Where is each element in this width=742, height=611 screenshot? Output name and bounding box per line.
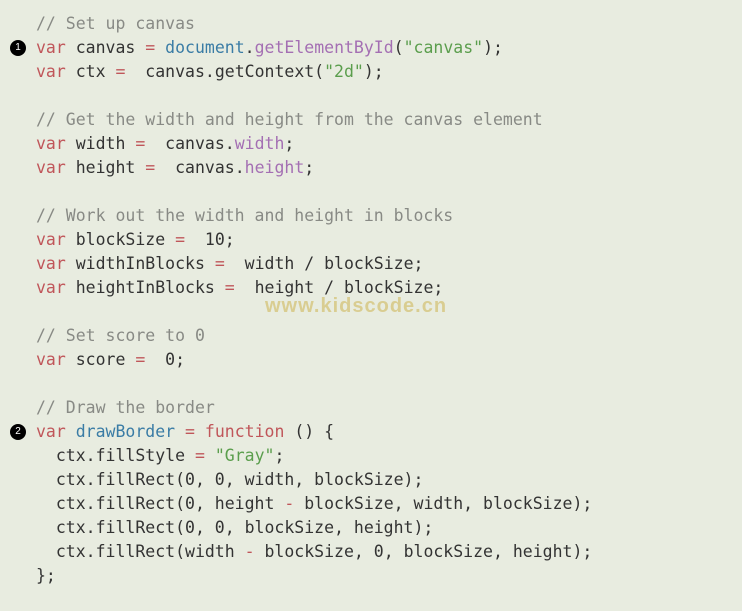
comment: // Get the width and height from the can… bbox=[36, 108, 543, 132]
comment: // Draw the border bbox=[36, 396, 215, 420]
code-line: var drawBorder = function () { bbox=[36, 420, 334, 444]
marker-2-icon: 2 bbox=[10, 424, 26, 440]
blank-line bbox=[36, 372, 46, 396]
comment: // Set score to 0 bbox=[36, 324, 205, 348]
comment: // Work out the width and height in bloc… bbox=[36, 204, 453, 228]
blank-line bbox=[36, 300, 46, 324]
blank-line bbox=[36, 180, 46, 204]
code-line: var score = 0; bbox=[36, 348, 185, 372]
code-line: var canvas = document.getElementById("ca… bbox=[36, 36, 503, 60]
code-line: ctx.fillRect(0, 0, blockSize, height); bbox=[36, 516, 433, 540]
code-line: ctx.fillRect(0, 0, width, blockSize); bbox=[36, 468, 423, 492]
blank-line bbox=[36, 84, 46, 108]
marker-1-icon: 1 bbox=[10, 40, 26, 56]
code-line: var height = canvas.height; bbox=[36, 156, 314, 180]
code-line: ctx.fillStyle = "Gray"; bbox=[36, 444, 284, 468]
code-line: var heightInBlocks = height / blockSize; bbox=[36, 276, 443, 300]
code-line: ctx.fillRect(width - blockSize, 0, block… bbox=[36, 540, 592, 564]
comment: // Set up canvas bbox=[36, 12, 195, 36]
code-line: }; bbox=[36, 564, 56, 588]
code-line: ctx.fillRect(0, height - blockSize, widt… bbox=[36, 492, 592, 516]
code-line: var width = canvas.width; bbox=[36, 132, 294, 156]
code-line: var widthInBlocks = width / blockSize; bbox=[36, 252, 423, 276]
code-line: var blockSize = 10; bbox=[36, 228, 235, 252]
code-line: var ctx = canvas.getContext("2d"); bbox=[36, 60, 384, 84]
code-block: www.kidscode.cn // Set up canvas 1var ca… bbox=[0, 0, 742, 611]
